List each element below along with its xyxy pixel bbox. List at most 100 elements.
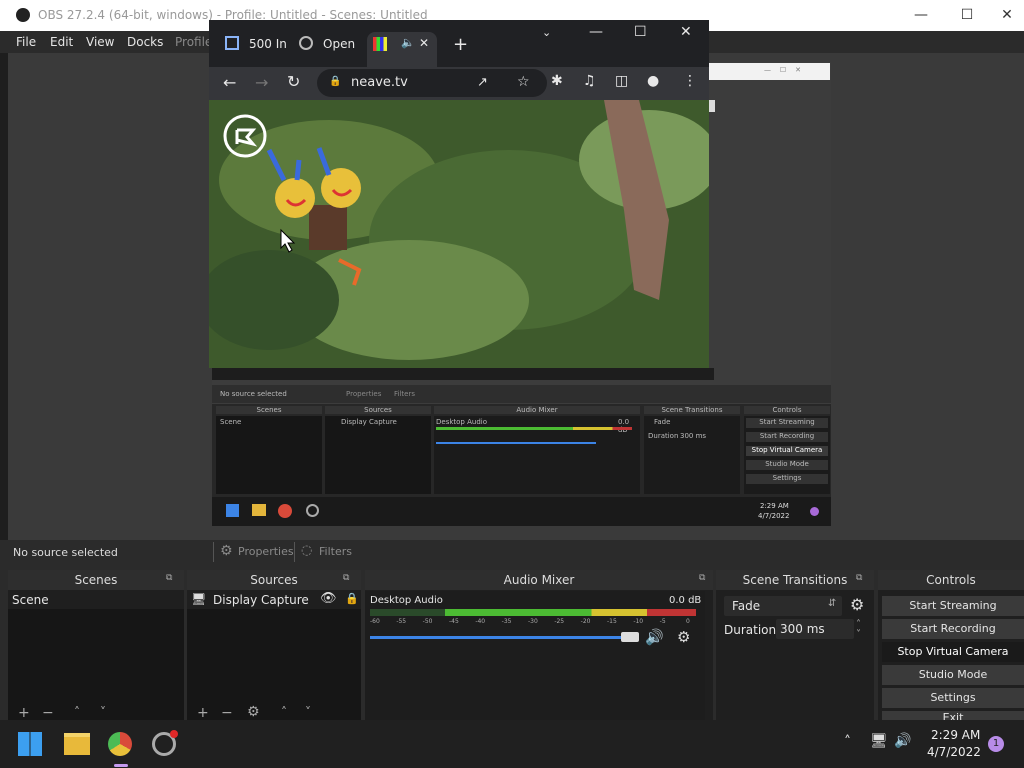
profile-icon[interactable]: ● bbox=[647, 73, 659, 89]
nested-control-3: Studio Mode bbox=[746, 460, 828, 470]
menu-kebab-icon[interactable]: ⋮ bbox=[683, 73, 697, 89]
browser-minimize-button[interactable]: — bbox=[589, 24, 603, 40]
audio-mixer-title: Audio Mixer bbox=[365, 570, 713, 590]
remove-source-icon[interactable]: − bbox=[221, 705, 233, 721]
menu-view[interactable]: View bbox=[86, 35, 114, 49]
settings-button[interactable]: Settings bbox=[882, 688, 1024, 708]
filters-label: Filters bbox=[319, 545, 352, 558]
lock-icon[interactable]: 🔒 bbox=[345, 592, 359, 605]
scenes-list[interactable]: Scene + − ˄ ˅ bbox=[8, 591, 184, 721]
tab-500-in[interactable]: 500 In bbox=[223, 32, 293, 58]
volume-slider-handle[interactable] bbox=[621, 632, 639, 642]
notification-badge[interactable]: 1 bbox=[988, 736, 1004, 752]
add-source-icon[interactable]: + bbox=[197, 705, 209, 721]
exit-button[interactable]: Exit bbox=[882, 711, 1024, 720]
dock-float-icon[interactable]: ⧉ bbox=[343, 573, 349, 583]
sources-list[interactable]: 🖥 Display Capture 👁 🔒 + − ⚙ ˄ ˅ bbox=[187, 591, 361, 721]
nested-chrome-icon bbox=[278, 504, 292, 518]
transition-settings-icon[interactable]: ⚙ bbox=[850, 595, 864, 614]
volume-icon[interactable]: 🔊 bbox=[894, 733, 911, 749]
move-up-icon[interactable]: ˄ bbox=[281, 705, 287, 719]
transitions-title: Scene Transitions bbox=[716, 570, 874, 590]
recording-dot bbox=[170, 730, 178, 738]
speaker-icon[interactable]: 🔊 bbox=[645, 628, 664, 646]
meter-tick-label: -5 bbox=[659, 618, 666, 625]
minimize-button[interactable]: — bbox=[898, 0, 944, 31]
video-frame bbox=[209, 100, 709, 368]
duration-value: 300 ms bbox=[780, 622, 825, 636]
dock-float-icon[interactable]: ⧉ bbox=[166, 573, 172, 583]
menu-file[interactable]: File bbox=[16, 35, 36, 49]
properties-button[interactable]: ⚙ Properties bbox=[213, 542, 294, 562]
nested-sources-title: Sources bbox=[325, 406, 431, 414]
mixer-settings-icon[interactable]: ⚙ bbox=[677, 628, 690, 646]
video-content[interactable] bbox=[209, 100, 709, 368]
neave-favicon-icon bbox=[373, 37, 387, 51]
side-panel-icon[interactable]: ◫ bbox=[615, 73, 628, 89]
address-bar[interactable]: 🔒 neave.tv ↗ ☆ bbox=[317, 69, 547, 97]
move-down-icon[interactable]: ˅ bbox=[305, 705, 311, 719]
nested-notification-badge bbox=[810, 507, 819, 516]
maximize-button[interactable]: ☐ bbox=[944, 0, 990, 31]
dock-float-icon[interactable]: ⧉ bbox=[699, 573, 705, 583]
nested-controls: Start Streaming Start Recording Stop Vir… bbox=[744, 416, 830, 494]
dock-float-icon[interactable]: ⧉ bbox=[856, 573, 862, 583]
nested-duration-label: Duration bbox=[648, 432, 679, 440]
menu-docks[interactable]: Docks bbox=[127, 35, 163, 49]
browser-maximize-button[interactable]: ☐ bbox=[634, 24, 647, 40]
extensions-icon[interactable]: ✱ bbox=[551, 73, 563, 89]
meter-tick-label: 0 bbox=[686, 618, 690, 625]
nested-control-1: Start Recording bbox=[746, 432, 828, 442]
browser-window[interactable]: 500 In Open 🔈 ✕ + ⌄ — ☐ ✕ ← → ↻ 🔒 neave.… bbox=[209, 20, 709, 368]
file-explorer-icon[interactable] bbox=[64, 733, 90, 755]
meter-tick-label: -45 bbox=[449, 618, 459, 625]
clock-date[interactable]: 4/7/2022 bbox=[927, 745, 981, 759]
scenes-dock-title: Scenes bbox=[8, 570, 184, 590]
duration-down-icon[interactable]: ˅ bbox=[856, 629, 861, 640]
start-recording-button[interactable]: Start Recording bbox=[882, 619, 1024, 639]
new-tab-button[interactable]: + bbox=[453, 34, 468, 55]
volume-slider[interactable] bbox=[370, 636, 632, 639]
reload-icon[interactable]: ↻ bbox=[287, 72, 300, 91]
url-text: neave.tv bbox=[351, 75, 408, 90]
share-icon[interactable]: ↗ bbox=[477, 75, 488, 90]
windows-start-icon[interactable] bbox=[18, 732, 42, 756]
nested-folder-icon bbox=[252, 504, 266, 516]
tab-open[interactable]: Open bbox=[297, 32, 363, 58]
forward-icon[interactable]: → bbox=[255, 73, 268, 92]
add-scene-icon[interactable]: + bbox=[18, 705, 30, 721]
chevron-up-icon[interactable]: ˄ bbox=[844, 734, 851, 750]
tab-neave-active[interactable]: 🔈 ✕ bbox=[367, 32, 437, 67]
stop-virtual-camera-button[interactable]: Stop Virtual Camera bbox=[882, 642, 1024, 662]
source-settings-icon[interactable]: ⚙ bbox=[247, 704, 260, 720]
filters-button[interactable]: ◌ Filters bbox=[294, 542, 357, 562]
tab-search-icon[interactable]: ⌄ bbox=[542, 26, 551, 39]
move-down-icon[interactable]: ˅ bbox=[100, 705, 106, 719]
tab-label: 500 In bbox=[249, 37, 287, 51]
start-streaming-button[interactable]: Start Streaming bbox=[882, 596, 1024, 616]
meter-tick-label: -10 bbox=[633, 618, 644, 625]
browser-close-button[interactable]: ✕ bbox=[680, 24, 692, 40]
media-control-icon[interactable]: ♫ bbox=[583, 73, 596, 89]
scene-item[interactable]: Scene bbox=[8, 591, 184, 609]
bookmark-star-icon[interactable]: ☆ bbox=[517, 74, 530, 90]
move-up-icon[interactable]: ˄ bbox=[74, 705, 80, 719]
nested-docks: Scenes Sources Audio Mixer Scene Transit… bbox=[212, 404, 831, 497]
close-tab-icon[interactable]: ✕ bbox=[419, 36, 429, 50]
visibility-eye-icon[interactable]: 👁 bbox=[320, 591, 337, 606]
remove-scene-icon[interactable]: − bbox=[42, 705, 54, 721]
menu-profile[interactable]: Profile bbox=[175, 35, 212, 49]
lock-icon: 🔒 bbox=[329, 76, 342, 87]
properties-label: Properties bbox=[238, 545, 294, 558]
source-item[interactable]: 🖥 Display Capture 👁 🔒 bbox=[187, 591, 361, 609]
grid-icon bbox=[225, 36, 239, 50]
close-button[interactable]: ✕ bbox=[990, 0, 1024, 31]
studio-mode-button[interactable]: Studio Mode bbox=[882, 665, 1024, 685]
chrome-icon[interactable] bbox=[108, 732, 132, 756]
menu-edit[interactable]: Edit bbox=[50, 35, 73, 49]
clock-time[interactable]: 2:29 AM bbox=[931, 728, 980, 742]
network-icon[interactable]: 🖥 bbox=[870, 733, 888, 749]
transition-select[interactable]: Fade ⇵ bbox=[724, 596, 842, 616]
back-icon[interactable]: ← bbox=[223, 73, 236, 92]
duration-input[interactable]: 300 ms bbox=[776, 619, 854, 639]
